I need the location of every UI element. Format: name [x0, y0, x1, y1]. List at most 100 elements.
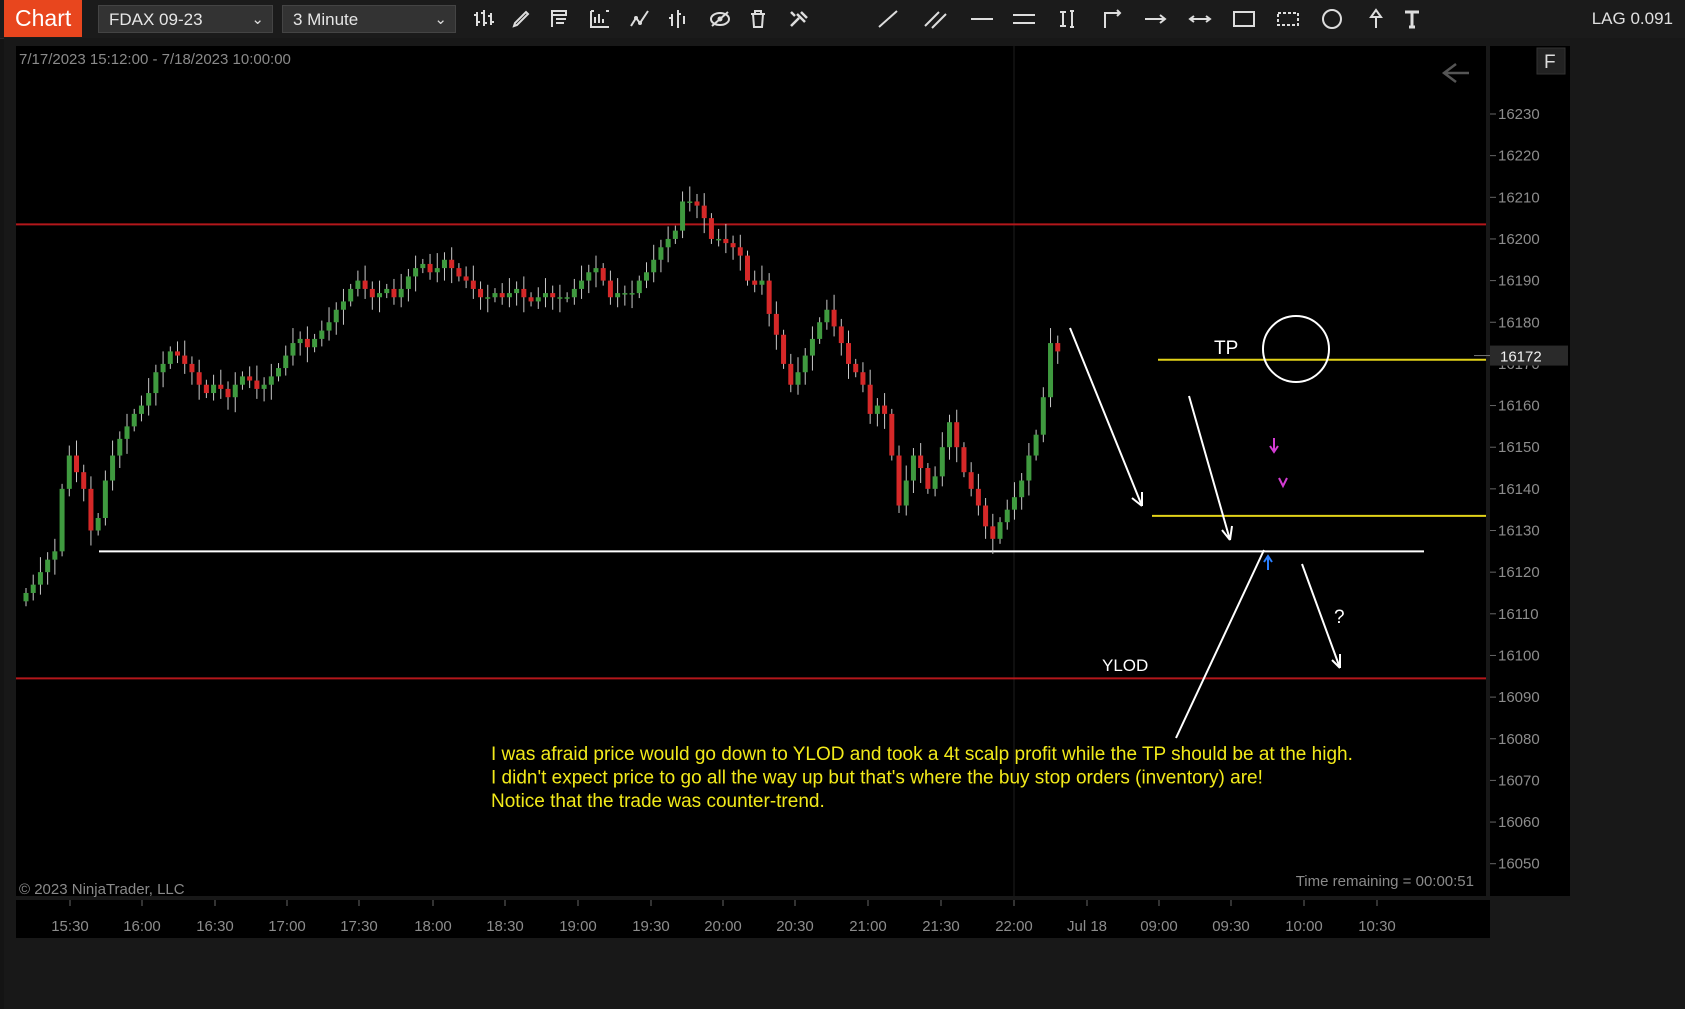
candle[interactable] [882, 405, 888, 414]
candle[interactable] [95, 518, 101, 531]
candle[interactable] [276, 368, 282, 377]
ray-icon[interactable] [1096, 4, 1128, 34]
candle[interactable] [708, 218, 714, 239]
candle[interactable] [997, 522, 1003, 539]
candle[interactable] [492, 293, 498, 298]
candle[interactable] [304, 338, 310, 348]
candle[interactable] [802, 355, 808, 373]
channel-icon[interactable] [920, 4, 952, 34]
double-line-icon[interactable] [1008, 4, 1040, 34]
candle[interactable] [398, 288, 404, 298]
candle[interactable] [975, 488, 981, 506]
candle[interactable] [377, 293, 383, 298]
candle[interactable] [600, 268, 606, 281]
candle[interactable] [88, 488, 94, 531]
candle[interactable] [434, 268, 440, 273]
candle[interactable] [196, 372, 202, 385]
candle[interactable] [261, 384, 267, 389]
candle[interactable] [297, 338, 303, 344]
candle[interactable] [954, 422, 960, 448]
candle[interactable] [665, 238, 671, 248]
candle[interactable] [66, 455, 72, 489]
candle[interactable] [535, 297, 541, 302]
candle[interactable] [211, 384, 217, 394]
candle[interactable] [680, 201, 686, 231]
candle[interactable] [485, 297, 491, 299]
candle[interactable] [521, 288, 527, 298]
data-box-icon[interactable] [544, 4, 576, 34]
candle[interactable] [947, 422, 953, 448]
candle[interactable] [218, 384, 224, 389]
candle[interactable] [203, 384, 209, 394]
candle[interactable] [153, 372, 159, 394]
arrow-up-icon[interactable] [1360, 4, 1392, 34]
candle[interactable] [809, 338, 815, 356]
eye-icon[interactable] [704, 4, 736, 34]
candle[interactable] [247, 376, 253, 381]
indicator-icon[interactable] [624, 4, 656, 34]
candle[interactable] [593, 268, 599, 273]
candle[interactable] [268, 376, 274, 385]
candle[interactable] [117, 438, 123, 456]
candle[interactable] [232, 384, 238, 398]
candle[interactable] [333, 309, 339, 323]
candle[interactable] [961, 447, 967, 473]
candle[interactable] [52, 551, 58, 560]
candle[interactable] [716, 238, 722, 241]
region-icon[interactable] [1272, 4, 1304, 34]
text-icon[interactable] [1396, 4, 1428, 34]
time-axis[interactable] [16, 900, 1490, 938]
candle[interactable] [59, 488, 65, 552]
candle[interactable] [110, 455, 116, 481]
candle[interactable] [160, 363, 166, 373]
candle[interactable] [910, 455, 916, 481]
candle[interactable] [369, 288, 375, 298]
candle[interactable] [737, 247, 743, 256]
arrow-line-icon[interactable] [1140, 4, 1172, 34]
candle[interactable] [1019, 480, 1025, 498]
candle[interactable] [37, 572, 43, 585]
candle[interactable] [225, 388, 231, 398]
candle[interactable] [622, 293, 628, 295]
candle[interactable] [283, 355, 289, 369]
candle[interactable] [420, 263, 426, 269]
candle[interactable] [853, 363, 859, 373]
candle[interactable] [781, 334, 787, 364]
measure-icon[interactable] [1052, 4, 1084, 34]
candle[interactable] [925, 468, 931, 489]
candle[interactable] [990, 526, 996, 539]
candle[interactable] [405, 276, 411, 289]
candle[interactable] [312, 338, 318, 348]
candle[interactable] [874, 405, 880, 414]
candle[interactable] [1011, 497, 1017, 510]
candle[interactable] [1026, 455, 1032, 481]
candle[interactable] [766, 280, 772, 314]
line-icon[interactable] [872, 4, 904, 34]
candle[interactable] [326, 322, 332, 331]
ellipse-icon[interactable] [1316, 4, 1348, 34]
candle[interactable] [939, 447, 945, 477]
candle[interactable] [867, 384, 873, 414]
candle[interactable] [102, 480, 108, 519]
rectangle-icon[interactable] [1228, 4, 1260, 34]
candle[interactable] [528, 297, 534, 302]
candle[interactable] [391, 288, 397, 298]
candle[interactable] [362, 280, 368, 289]
candle[interactable] [1004, 509, 1010, 523]
candle[interactable] [441, 259, 447, 269]
candle[interactable] [838, 326, 844, 344]
candle[interactable] [470, 280, 476, 289]
instrument-selector[interactable]: FDAX 09-23 ⌄ [98, 5, 273, 33]
candle[interactable] [506, 293, 512, 298]
candle[interactable] [175, 351, 181, 356]
candle[interactable] [918, 455, 924, 469]
candle[interactable] [846, 343, 852, 364]
candle[interactable] [254, 380, 260, 389]
candle[interactable] [30, 584, 36, 593]
candle[interactable] [463, 276, 469, 281]
candle[interactable] [817, 322, 823, 339]
candle[interactable] [636, 280, 642, 294]
candle[interactable] [983, 505, 989, 527]
candle[interactable] [687, 201, 693, 203]
candle[interactable] [355, 280, 361, 289]
